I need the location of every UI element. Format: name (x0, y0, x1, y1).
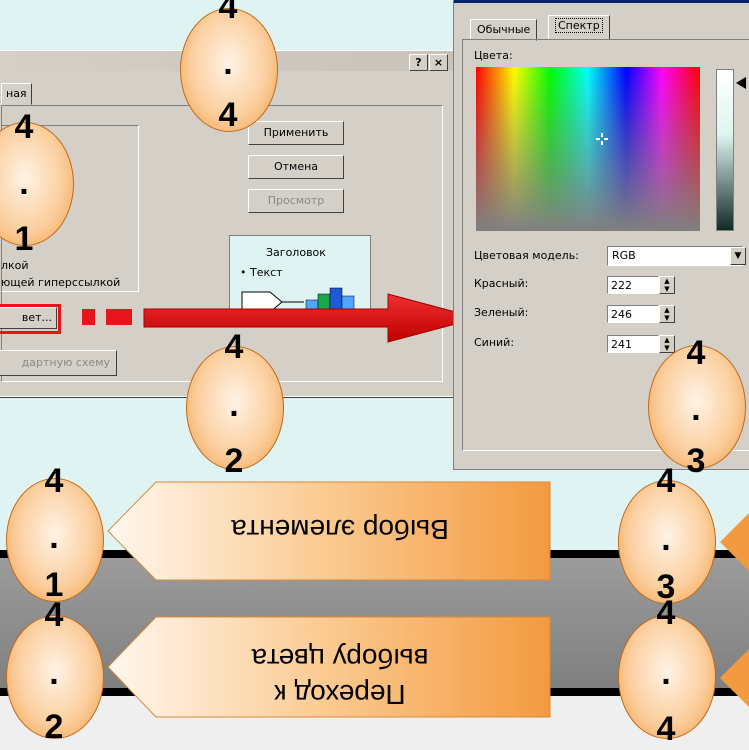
color-model-select[interactable]: RGB (607, 246, 743, 266)
green-label: Зеленый: (474, 306, 529, 319)
colors-dialog-titlebar (454, 0, 749, 3)
standard-scheme-button[interactable]: дартную схему (0, 350, 117, 376)
badge-4-1-top-d1: 4 (14, 108, 34, 146)
badge-4-1-bottom-d2: . (49, 518, 59, 556)
badge-4-2-mid-d3: 2 (224, 442, 244, 480)
badge-4-3-right-d2: . (691, 390, 701, 428)
colors-label: Цвета: (474, 49, 513, 62)
blue-label: Синий: (474, 336, 515, 349)
badge-4-2-mid-d2: . (229, 386, 239, 424)
red-arrow (143, 293, 480, 343)
color-spectrum[interactable] (476, 67, 700, 231)
callout-go-to-color-line1: Переход к (274, 679, 406, 710)
badge-4-1-bottom-d1: 4 (44, 462, 64, 500)
callout-edge-1 (720, 512, 749, 572)
badge-4-4-bottom-d1: 4 (656, 594, 676, 632)
tab-standard[interactable]: Обычные (470, 19, 538, 41)
red-spinner[interactable]: ▲ ▼ (659, 276, 675, 294)
tab-custom-label: Спектр (555, 18, 603, 33)
followed-link-label: ющей гиперссылкой (1, 276, 121, 289)
green-spinner[interactable]: ▲ ▼ (659, 305, 675, 323)
badge-4-2-bottom-d1: 4 (44, 596, 64, 634)
callout-edge-2 (720, 648, 749, 708)
badge-4-2-mid-d1: 4 (224, 328, 244, 366)
red-dash-2 (106, 309, 132, 325)
badge-4-1-top-d3: 1 (14, 220, 34, 258)
close-button[interactable]: × (429, 54, 448, 71)
tab-fragment[interactable]: ная (1, 83, 32, 105)
badge-4-3-right-d1: 4 (686, 334, 706, 372)
badge-4-2-bottom-d2: . (49, 654, 59, 692)
badge-4-4-bottom-d2: . (661, 654, 671, 692)
blue-spinner[interactable]: ▲ ▼ (659, 335, 675, 353)
preview-title: Заголовок (266, 246, 326, 259)
red-label: Красный: (474, 277, 529, 290)
badge-4-1-top-d2: . (19, 164, 29, 202)
badge-4-3-bottom-d1: 4 (656, 462, 676, 500)
badge-4-4-top-d3: 4 (218, 96, 238, 134)
badge-4-4-top-d2: . (223, 44, 233, 82)
green-input[interactable]: 246 (607, 305, 659, 323)
link-label: лкой (1, 259, 29, 272)
preview-bullet: • Текст (240, 266, 283, 279)
callout-go-to-color-line2: выбору цвета (251, 643, 429, 674)
color-button[interactable]: вет... (0, 307, 57, 329)
help-button[interactable]: ? (409, 54, 428, 71)
crosshair-icon (596, 133, 608, 145)
badge-4-2-bottom-d3: 2 (44, 708, 64, 746)
preview-button[interactable]: Просмотр (248, 189, 344, 213)
chevron-down-icon[interactable]: ▼ (730, 247, 746, 265)
red-dash-1 (82, 309, 95, 325)
red-input[interactable]: 222 (607, 276, 659, 294)
tab-custom[interactable]: Спектр (548, 15, 610, 40)
callout-select-element: Выбор элемента (231, 514, 449, 545)
color-model-label: Цветовая модель: (474, 249, 579, 262)
luminance-pointer-icon[interactable] (736, 77, 746, 89)
luminance-slider[interactable] (716, 69, 734, 231)
color-model-value: RGB (612, 249, 636, 262)
badge-4-3-bottom-d2: . (661, 520, 671, 558)
apply-button[interactable]: Применить (248, 121, 344, 145)
badge-4-4-bottom-d3: 4 (656, 710, 676, 748)
callout-go-to-color: Переход к выбору цвета (180, 622, 500, 712)
cancel-button[interactable]: Отмена (248, 155, 344, 179)
badge-4-4-top-d1: 4 (218, 0, 238, 26)
blue-input[interactable]: 241 (607, 335, 659, 353)
